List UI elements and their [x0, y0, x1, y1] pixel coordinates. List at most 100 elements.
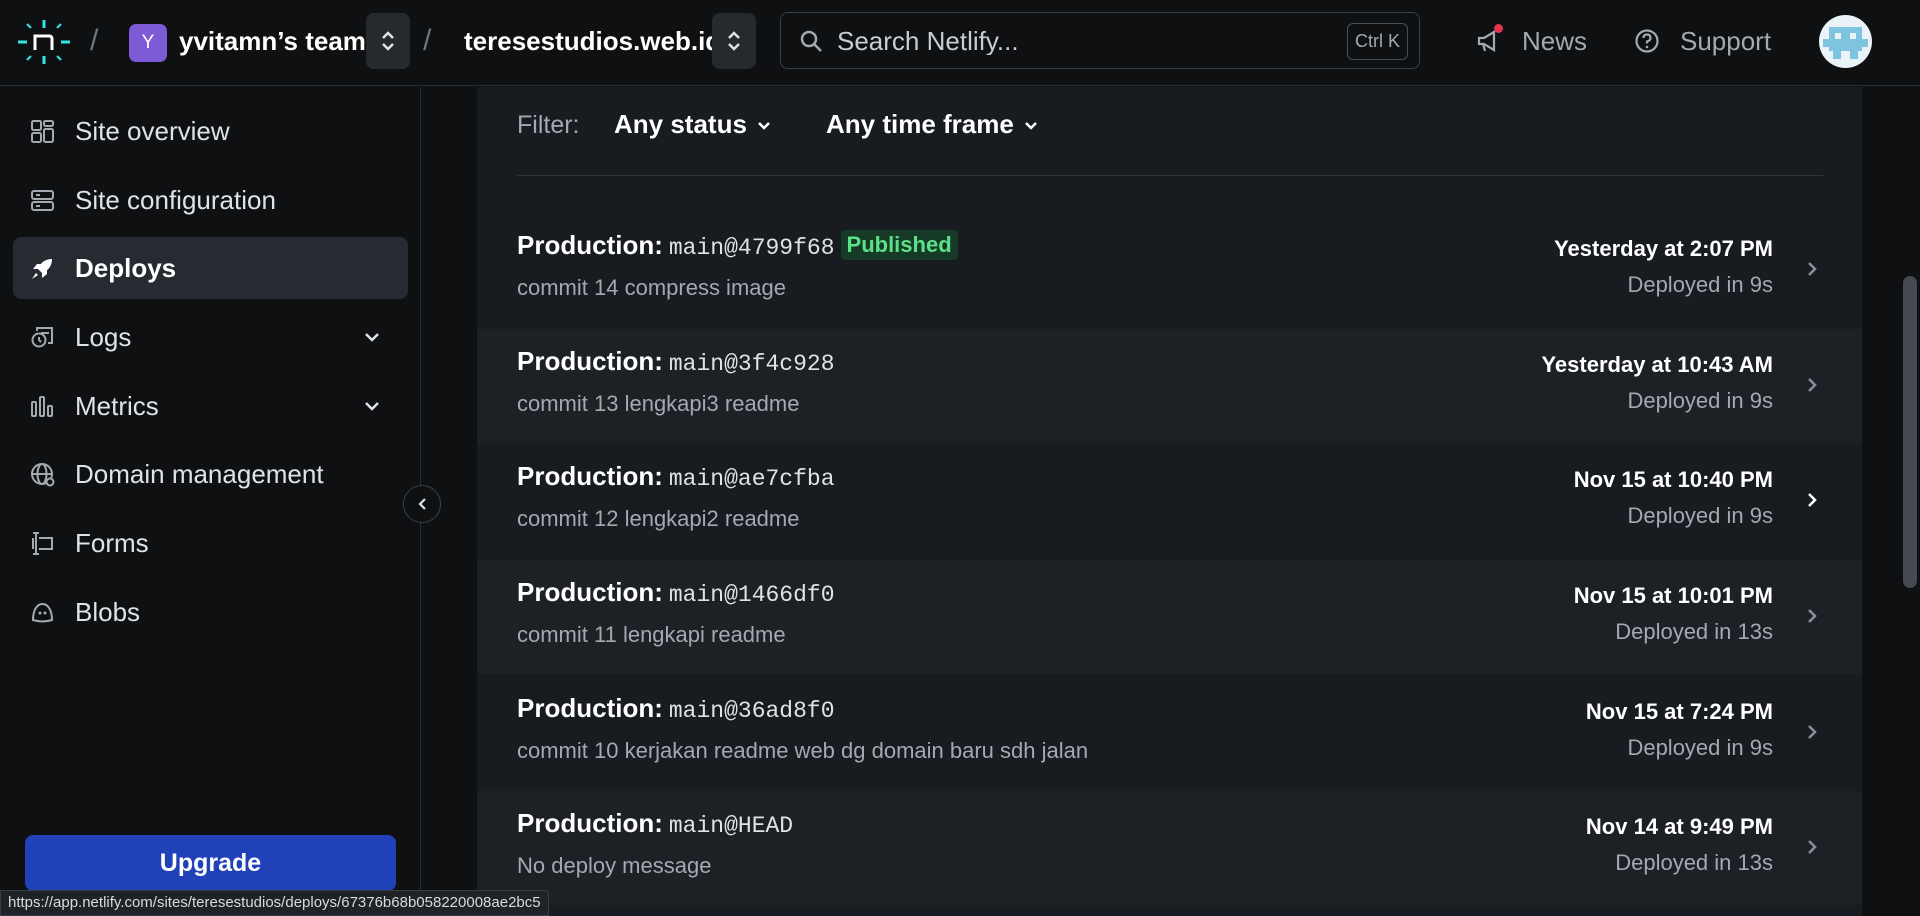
scrollbar-thumb[interactable] [1903, 276, 1917, 588]
deploy-message: commit 12 lengkapi2 readme [517, 506, 800, 531]
deploy-row[interactable]: Production: main@ae7cfba commit 12 lengka… [477, 444, 1862, 558]
chevron-up-down-icon [382, 31, 394, 51]
blob-icon [31, 602, 54, 623]
sidebar-item-deploys[interactable]: Deploys [13, 237, 408, 299]
deploy-time: Nov 15 at 10:40 PM [1573, 467, 1773, 492]
search-box[interactable]: Ctrl K [780, 12, 1420, 69]
chevron-right-icon [1808, 493, 1817, 507]
deploy-row[interactable]: Production: main@36ad8f0 commit 10 kerjak… [477, 676, 1862, 790]
team-name[interactable]: yvitamn’s team [179, 26, 366, 57]
site-switcher-button[interactable] [712, 13, 756, 69]
sidebar: Site overview Site configuration Deploys… [0, 87, 421, 916]
site-name[interactable]: teresestudios.web.id [464, 26, 721, 57]
deploy-time: Nov 15 at 7:24 PM [1585, 699, 1773, 724]
deploy-context: Production: [517, 346, 663, 376]
top-bar: / Y yvitamn’s team / teresestudios.web.i… [0, 0, 1920, 86]
form-icon [32, 532, 53, 555]
chevron-left-icon [418, 498, 426, 510]
chevron-right-icon [1808, 262, 1817, 276]
deploy-title: Production: main@3f4c928 [517, 346, 835, 377]
timeframe-filter-value: Any time frame [826, 109, 1014, 139]
deploy-time: Nov 15 at 10:01 PM [1573, 583, 1773, 608]
deploy-row[interactable]: Production: main@HEAD No deploy message N… [477, 791, 1862, 905]
chevron-up-down-icon [728, 31, 740, 51]
deploy-row[interactable]: Production: main@3f4c928 commit 13 lengka… [477, 329, 1862, 443]
deploy-message: commit 14 compress image [517, 275, 786, 300]
chevron-right-icon [1808, 378, 1817, 392]
chevron-down-icon [365, 333, 379, 342]
chevron-down-icon [1024, 122, 1037, 130]
published-badge: Published [840, 230, 958, 260]
grid-icon [31, 120, 54, 143]
deploy-time: Nov 14 at 9:49 PM [1585, 814, 1773, 839]
deploy-ref: main@36ad8f0 [668, 698, 835, 724]
chevron-right-icon [1808, 609, 1817, 623]
deploy-row[interactable]: Production: main@1466df0 commit 11 lengka… [477, 560, 1862, 674]
deploy-ref: main@HEAD [668, 813, 794, 839]
sidebar-item-site-configuration[interactable]: Site configuration [13, 169, 408, 231]
deploy-title: Production: main@ae7cfba [517, 461, 835, 492]
breadcrumb-separator: / [90, 24, 99, 57]
chevron-right-icon [1808, 840, 1817, 854]
sidebar-item-domain-management[interactable]: Domain management [13, 443, 408, 505]
link-preview-url: https://app.netlify.com/sites/teresestud… [0, 890, 549, 916]
deploy-context: Production: [517, 230, 663, 260]
status-filter-value: Any status [614, 109, 747, 139]
sidebar-item-blobs[interactable]: Blobs [13, 581, 408, 643]
chevron-down-icon [365, 402, 379, 411]
deploy-title: Production: main@1466df0 [517, 577, 835, 608]
team-switcher-button[interactable] [366, 13, 410, 69]
sidebar-item-forms[interactable]: Forms [13, 512, 408, 574]
deploy-time: Yesterday at 2:07 PM [1554, 236, 1773, 261]
deploy-context: Production: [517, 808, 663, 838]
chevron-down-icon [758, 122, 770, 130]
keyboard-shortcut-hint: Ctrl K [1347, 23, 1408, 60]
server-icon [31, 190, 54, 211]
bar-chart-icon [31, 396, 53, 417]
logs-icon [31, 327, 53, 348]
help-circle-icon [1635, 29, 1659, 53]
sidebar-item-label: Metrics [75, 391, 159, 421]
deploy-ref: main@1466df0 [668, 582, 835, 608]
sidebar-item-label: Forms [75, 528, 149, 558]
deploy-context: Production: [517, 693, 663, 723]
news-link[interactable]: News [1522, 26, 1587, 57]
deploy-message: commit 11 lengkapi readme [517, 622, 786, 647]
deploy-duration: Deployed in 9s [1627, 272, 1773, 297]
breadcrumb-separator: / [423, 24, 432, 57]
deploy-ref: main@ae7cfba [668, 466, 835, 492]
user-avatar[interactable] [1819, 15, 1872, 68]
netlify-logo-icon[interactable] [18, 20, 70, 64]
sidebar-item-metrics[interactable]: Metrics [13, 375, 408, 437]
deploy-context: Production: [517, 577, 663, 607]
deploy-duration: Deployed in 9s [1627, 388, 1773, 413]
filter-label: Filter: [517, 111, 580, 139]
deploy-duration: Deployed in 13s [1615, 619, 1773, 644]
news-notification-dot [1494, 24, 1503, 33]
upgrade-button[interactable]: Upgrade [25, 835, 396, 891]
deploy-title: Production: main@4799f68 Published [517, 230, 958, 261]
deploy-row[interactable]: Production: main@4799f68 Published commit … [477, 213, 1862, 327]
sidebar-item-label: Blobs [75, 597, 141, 627]
search-input[interactable] [837, 27, 1307, 55]
sidebar-item-site-overview[interactable]: Site overview [13, 100, 408, 162]
deploy-ref: main@3f4c928 [668, 351, 835, 377]
team-avatar[interactable]: Y [129, 24, 167, 62]
collapse-sidebar-button[interactable] [403, 485, 441, 523]
deploy-duration: Deployed in 13s [1615, 850, 1773, 875]
search-icon [800, 30, 822, 52]
sidebar-item-label: Deploys [75, 253, 177, 283]
deploy-time: Yesterday at 10:43 AM [1541, 352, 1773, 377]
rocket-icon [32, 259, 52, 279]
sidebar-item-label: Logs [75, 322, 132, 352]
avatar-pattern-icon [1823, 27, 1868, 59]
support-link[interactable]: Support [1680, 26, 1771, 57]
deploy-title: Production: main@36ad8f0 [517, 693, 835, 724]
status-filter-dropdown[interactable]: Any status [614, 109, 771, 140]
timeframe-filter-dropdown[interactable]: Any time frame [826, 109, 1038, 140]
chevron-right-icon [1808, 725, 1817, 739]
sidebar-item-logs[interactable]: Logs [13, 306, 408, 368]
deploy-title: Production: main@HEAD [517, 808, 793, 839]
divider [517, 175, 1823, 176]
deploy-duration: Deployed in 9s [1627, 735, 1773, 760]
